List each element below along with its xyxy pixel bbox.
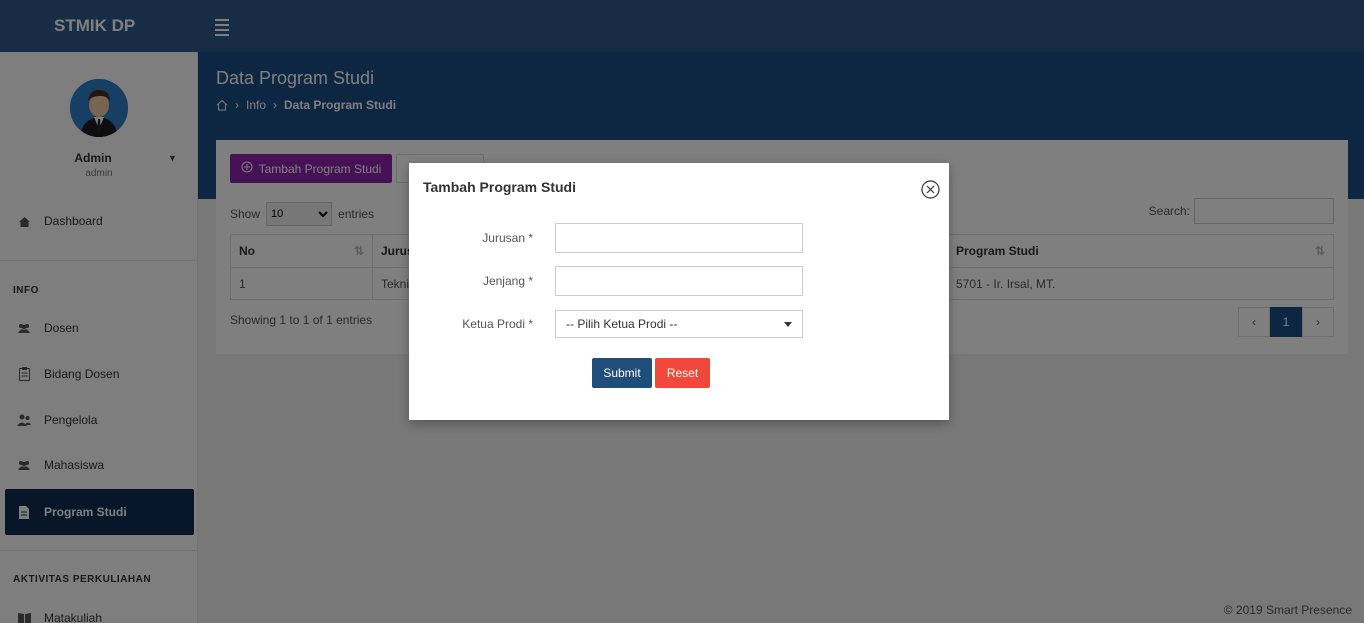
jenjang-label: Jenjang * [482,274,533,288]
submit-button[interactable]: Submit [592,358,652,388]
ketua-prodi-select[interactable]: -- Pilih Ketua Prodi -- [555,310,803,338]
modal-title: Tambah Program Studi [423,179,576,195]
jurusan-label: Jurusan * [482,231,533,245]
jenjang-field[interactable] [555,266,803,296]
close-icon[interactable] [921,180,940,199]
jurusan-field[interactable] [555,223,803,253]
add-program-studi-modal: Tambah Program Studi Jurusan * Jenjang *… [409,163,949,420]
chevron-down-icon [784,322,792,327]
ketua-prodi-label: Ketua Prodi * [462,317,533,331]
reset-button[interactable]: Reset [655,358,710,388]
ketua-prodi-selected: -- Pilih Ketua Prodi -- [566,317,678,331]
